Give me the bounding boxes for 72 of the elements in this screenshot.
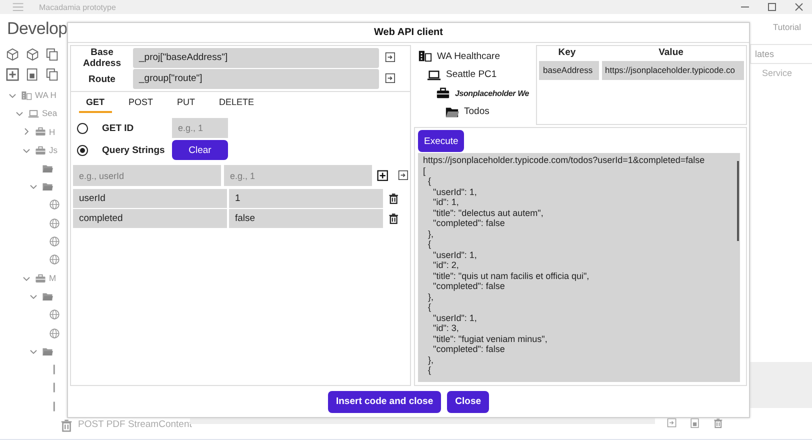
insert-icon[interactable]: [398, 170, 410, 182]
trash-icon: [713, 418, 724, 429]
method-tab[interactable]: POST: [122, 97, 160, 111]
scrollbar[interactable]: [737, 161, 739, 241]
key-field[interactable]: e.g., userId: [73, 165, 221, 186]
method-tab[interactable]: PUT: [170, 97, 202, 111]
column-header: Value: [658, 47, 684, 60]
globe-icon: [49, 309, 60, 320]
globe-icon: [49, 218, 60, 229]
table-cell: baseAddress: [539, 61, 599, 80]
response-text: https://jsonplaceholder.typicode.com/todos?userId=1&completed=false [ { "userId": 1, "id": 1, "title": "delectus aut autem", "completed": false }, { "userId": 1, "id": 2, "title": "quis ut nam facilis et officia qui", "completed": false }, { "userId": 1, "id": 3, "title": "fugiat veniam minus", "completed": false }, {: [422, 154, 706, 376]
folder-icon: [42, 162, 53, 174]
maximize-icon[interactable]: [767, 2, 777, 12]
window-title: Macadamia prototype: [39, 2, 116, 12]
field-label: Base Address: [82, 47, 122, 69]
text-field[interactable]: _proj["baseAddress"]: [133, 48, 379, 68]
param-key[interactable]: completed: [73, 209, 227, 228]
field-label: Route: [88, 74, 116, 84]
text-field[interactable]: _group["route"]: [133, 69, 379, 89]
tree-item[interactable]: WA Healthcare: [437, 50, 500, 62]
laptop-icon: [427, 68, 441, 82]
briefcase-icon: [35, 144, 46, 156]
param-value[interactable]: 1: [229, 189, 383, 208]
column-header: Key: [557, 47, 577, 60]
table-cell: https://jsonplaceholder.typicode.co: [602, 61, 744, 80]
plus-icon[interactable]: [377, 170, 389, 182]
file-icon[interactable]: [26, 68, 40, 82]
option-label: GET ID: [102, 122, 135, 134]
value-field[interactable]: e.g., 1: [224, 165, 372, 186]
folder-icon: [42, 346, 53, 357]
insert-icon: [667, 418, 678, 429]
page-heading: Develop: [6, 18, 67, 40]
trash-icon: [60, 419, 74, 433]
execute-button[interactable]: Execute: [418, 130, 464, 152]
tree-item[interactable]: Todos: [464, 106, 490, 118]
trash-icon[interactable]: [388, 192, 400, 204]
briefcase-icon: [436, 86, 450, 100]
side-panel: [750, 362, 812, 408]
copy-icon[interactable]: [46, 48, 60, 62]
id-field[interactable]: e.g., 1: [172, 118, 228, 138]
dialog-button[interactable]: Close: [447, 390, 490, 412]
dialog-title: Web API client: [68, 23, 749, 43]
trash-icon[interactable]: [388, 212, 400, 224]
insert-icon[interactable]: [385, 73, 397, 85]
folder-icon: [42, 290, 53, 302]
tree-item[interactable]: Jsonplaceholder We: [455, 88, 530, 98]
globe-icon: [49, 328, 60, 338]
method-tab[interactable]: GET: [79, 97, 112, 113]
method-tab[interactable]: DELETE: [212, 97, 262, 111]
option-label: Query Strings: [102, 144, 166, 156]
param-key[interactable]: userId: [73, 189, 227, 208]
globe-icon: [49, 199, 60, 210]
clear-button[interactable]: Clear: [172, 140, 228, 160]
briefcase-icon: [35, 272, 46, 284]
cube-icon[interactable]: [6, 48, 20, 62]
close-icon[interactable]: [794, 2, 804, 12]
cube-icon[interactable]: [26, 48, 40, 62]
tree-item[interactable]: Seattle PC1: [446, 69, 497, 80]
briefcase-icon: [35, 126, 46, 138]
building-icon: [21, 90, 32, 101]
folder-icon: [42, 181, 53, 192]
building-icon: [418, 49, 432, 64]
globe-icon: [49, 236, 60, 248]
laptop-icon: [28, 108, 39, 119]
radio-button[interactable]: [77, 144, 88, 156]
radio-button[interactable]: [77, 122, 88, 134]
insert-icon[interactable]: [385, 52, 397, 64]
file-icon: [690, 418, 701, 429]
dialog-button[interactable]: Insert code and close: [328, 390, 442, 412]
param-value[interactable]: false: [229, 209, 383, 228]
globe-icon: [49, 254, 60, 266]
copy-icon[interactable]: [46, 68, 60, 82]
